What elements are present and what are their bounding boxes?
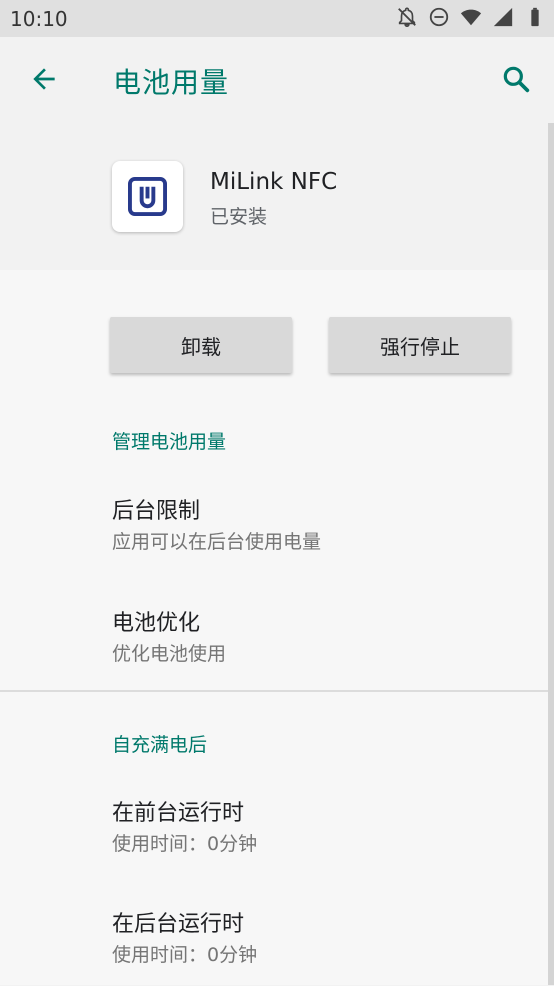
scrollbar[interactable] — [548, 123, 554, 985]
since-full-charge-section-header: 自充满电后 — [112, 734, 208, 756]
app-header: MiLink NFC 已安装 — [0, 125, 554, 270]
cellular-signal-icon — [492, 6, 514, 28]
background-usage-item[interactable]: 在后台运行时 使用时间：0分钟 — [0, 898, 548, 986]
notifications-off-icon — [396, 6, 418, 28]
do-not-disturb-icon — [428, 6, 450, 28]
status-bar: 10:10 — [0, 0, 554, 37]
item-title: 在后台运行时 — [112, 912, 245, 937]
item-summary: 优化电池使用 — [112, 643, 227, 665]
app-bar: 电池用量 — [0, 37, 554, 125]
battery-optimization-item[interactable]: 电池优化 优化电池使用 — [0, 597, 548, 685]
app-name: MiLink NFC — [210, 169, 338, 195]
milink-nfc-app-icon — [128, 177, 167, 216]
battery-icon — [524, 6, 546, 28]
manage-battery-section-header: 管理电池用量 — [112, 431, 227, 453]
settings-content: 卸载 强行停止 管理电池用量 后台限制 应用可以在后台使用电量 电池优化 优化电… — [0, 270, 554, 985]
status-time: 10:10 — [10, 7, 68, 31]
background-restriction-item[interactable]: 后台限制 应用可以在后台使用电量 — [0, 485, 548, 573]
search-button[interactable] — [500, 63, 532, 95]
item-summary: 使用时间：0分钟 — [112, 833, 258, 855]
search-icon — [503, 66, 530, 93]
app-icon — [112, 161, 183, 232]
arrow-back-icon — [33, 68, 55, 90]
item-summary: 使用时间：0分钟 — [112, 944, 258, 966]
item-title: 后台限制 — [112, 499, 201, 524]
item-summary: 应用可以在后台使用电量 — [112, 531, 322, 553]
page-title: 电池用量 — [113, 66, 230, 99]
item-title: 在前台运行时 — [112, 801, 245, 826]
section-divider — [0, 690, 554, 692]
wifi-icon — [460, 6, 482, 28]
item-title: 电池优化 — [112, 611, 201, 636]
uninstall-button[interactable]: 卸载 — [110, 317, 292, 373]
status-icons — [396, 6, 546, 28]
app-install-status: 已安装 — [210, 206, 268, 228]
back-button[interactable] — [28, 63, 60, 95]
force-stop-button[interactable]: 强行停止 — [329, 317, 511, 373]
foreground-usage-item[interactable]: 在前台运行时 使用时间：0分钟 — [0, 787, 548, 875]
